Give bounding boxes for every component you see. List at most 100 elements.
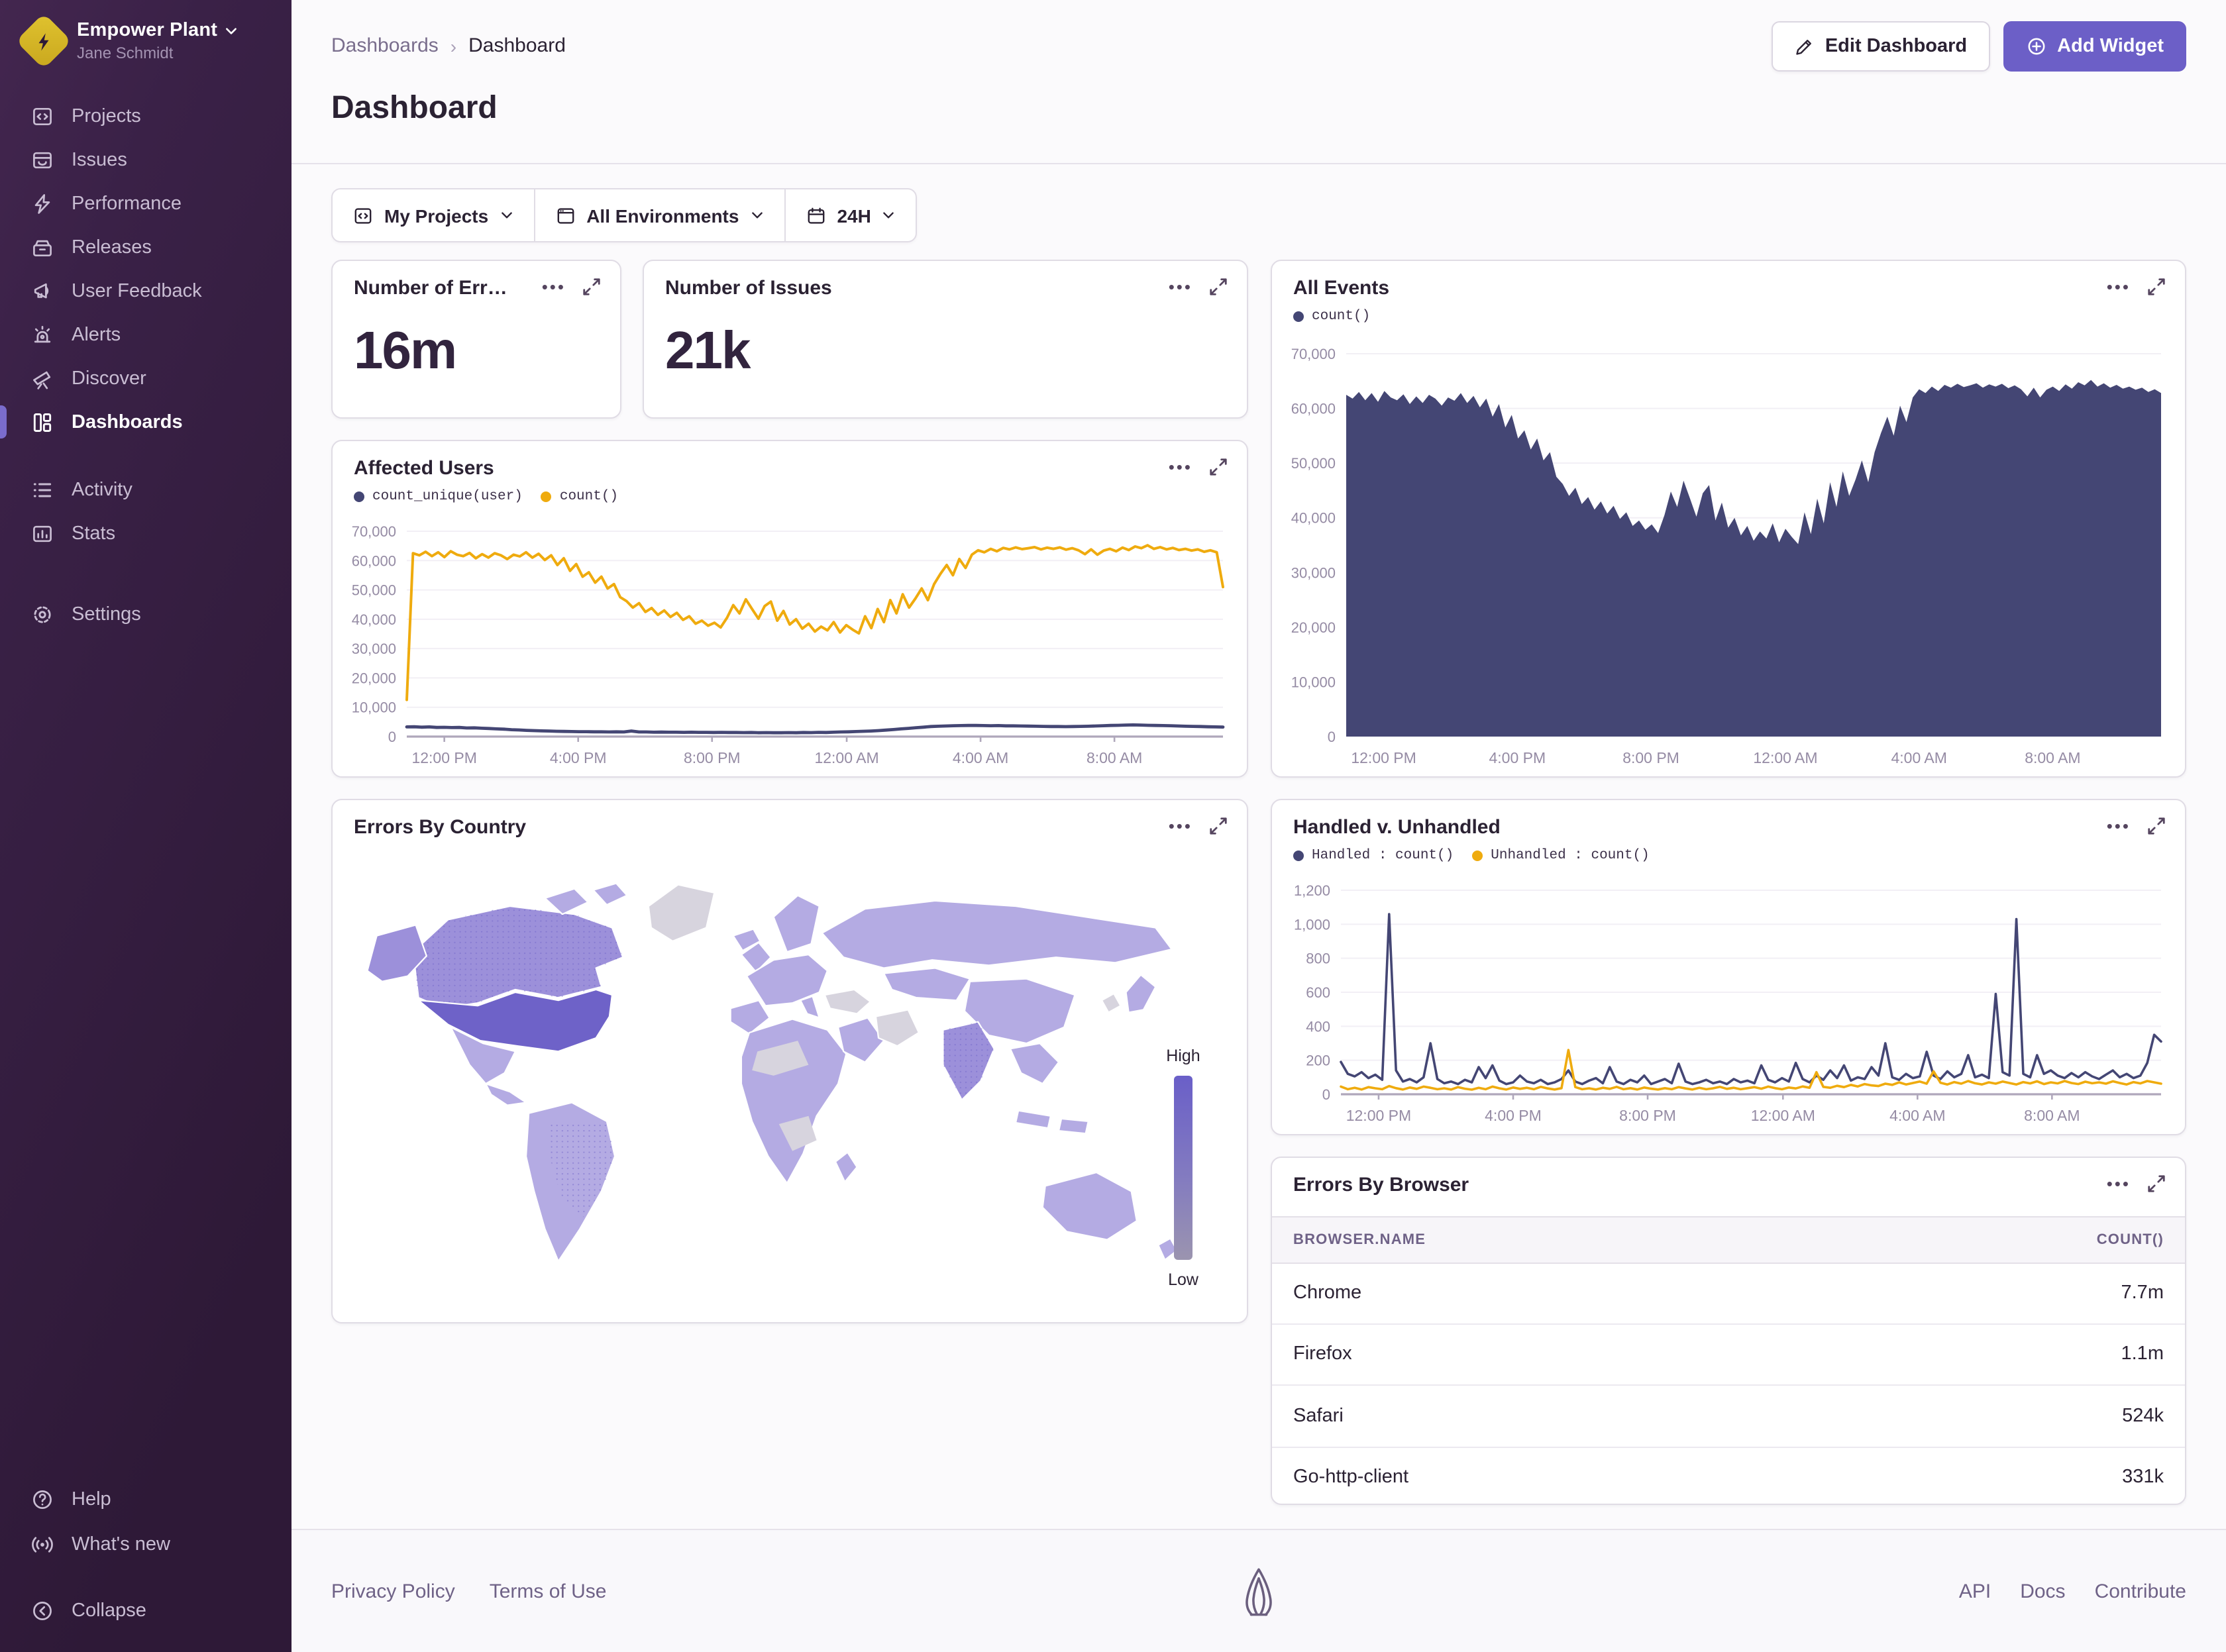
legend-dot (1472, 851, 1483, 861)
svg-text:600: 600 (1306, 984, 1330, 1001)
table-row-chrome[interactable]: Chrome 7.7m (1272, 1263, 2185, 1324)
window-icon (555, 205, 576, 226)
sidebar-item-help[interactable]: Help (0, 1477, 292, 1522)
sidebar-item-dashboards[interactable]: Dashboards (0, 400, 292, 444)
chevron-down-icon (749, 208, 764, 223)
contribute-link[interactable]: Contribute (2095, 1580, 2186, 1603)
page-title: Dashboard (331, 90, 498, 127)
svg-text:1,200: 1,200 (1294, 882, 1330, 899)
sidebar-item-stats[interactable]: Stats (0, 511, 292, 555)
sidebar-item-activity[interactable]: Activity (0, 468, 292, 511)
legend-dot (1293, 311, 1304, 322)
column-header-count[interactable]: COUNT() (2097, 1232, 2185, 1248)
broadcast-icon (30, 1533, 54, 1557)
browser-name-cell: Chrome (1272, 1282, 1361, 1304)
expand-icon[interactable] (2146, 277, 2166, 297)
sidebar-item-label: Collapse (72, 1600, 146, 1622)
sidebar-item-settings[interactable]: Settings (0, 592, 292, 636)
user-name: Jane Schmidt (77, 44, 238, 62)
breadcrumb-current: Dashboard (468, 34, 566, 57)
widget-menu-button[interactable]: ••• (2107, 819, 2131, 833)
sidebar-item-label: User Feedback (72, 280, 202, 301)
affected-users-chart[interactable]: 010,00020,00030,00040,00050,00060,00070,… (343, 521, 1236, 768)
expand-icon[interactable] (1208, 816, 1228, 836)
project-filter-label: My Projects (384, 205, 488, 226)
svg-text:10,000: 10,000 (352, 699, 396, 716)
big-number-value: 21k (665, 322, 750, 382)
svg-text:200: 200 (1306, 1053, 1330, 1069)
widget-menu-button[interactable]: ••• (2107, 280, 2131, 293)
breadcrumb-separator: › (450, 35, 456, 56)
sidebar-item-alerts[interactable]: Alerts (0, 313, 292, 356)
map-scale-gradient (1174, 1076, 1192, 1260)
sidebar-item-label: Help (72, 1489, 111, 1510)
sentry-logo[interactable] (1242, 1565, 1276, 1627)
table-row-firefox[interactable]: Firefox 1.1m (1272, 1324, 2185, 1386)
edit-dashboard-label: Edit Dashboard (1825, 36, 1967, 57)
filter-bar: My Projects All Environments 24H (331, 188, 918, 242)
sidebar-item-performance[interactable]: Performance (0, 181, 292, 225)
sidebar-item-releases[interactable]: Releases (0, 225, 292, 269)
expand-icon[interactable] (1208, 277, 1228, 297)
add-widget-label: Add Widget (2057, 36, 2164, 57)
expand-icon[interactable] (582, 277, 602, 297)
privacy-policy-link[interactable]: Privacy Policy (331, 1580, 455, 1603)
widget-title: Number of Issues (665, 277, 832, 299)
widget-menu-button[interactable]: ••• (542, 280, 566, 293)
add-widget-button[interactable]: Add Widget (2003, 21, 2186, 72)
widget-errors-by-browser: Errors By Browser ••• BROWSER.NAME COUNT… (1271, 1157, 2186, 1505)
table-row-safari[interactable]: Safari 524k (1272, 1386, 2185, 1447)
map-scale-high-label: High (1157, 1047, 1210, 1065)
table-row-go-http-client[interactable]: Go-http-client 331k (1272, 1447, 2185, 1508)
all-events-chart[interactable]: 010,00020,00030,00040,00050,00060,00070,… (1283, 343, 2174, 768)
widget-menu-button[interactable]: ••• (1169, 819, 1192, 833)
environment-filter[interactable]: All Environments (533, 189, 784, 241)
expand-icon[interactable] (2146, 1174, 2166, 1194)
widget-errors-by-country: Errors By Country ••• (331, 799, 1248, 1323)
sidebar-item-user-feedback[interactable]: User Feedback (0, 269, 292, 313)
expand-icon[interactable] (2146, 816, 2166, 836)
svg-text:60,000: 60,000 (352, 552, 396, 569)
projects-icon (352, 205, 374, 226)
expand-icon[interactable] (1208, 457, 1228, 477)
browser-name-cell: Firefox (1272, 1344, 1352, 1365)
sidebar-item-whats-new[interactable]: What's new (0, 1522, 292, 1567)
collapse-icon (30, 1599, 54, 1623)
widget-menu-button[interactable]: ••• (1169, 280, 1192, 293)
terms-of-use-link[interactable]: Terms of Use (490, 1580, 607, 1603)
widget-title: Errors By Browser (1293, 1174, 1469, 1196)
svg-text:12:00 PM: 12:00 PM (411, 749, 476, 766)
sidebar-item-discover[interactable]: Discover (0, 356, 292, 400)
svg-text:4:00 PM: 4:00 PM (1489, 749, 1546, 766)
docs-link[interactable]: Docs (2020, 1580, 2065, 1603)
widget-menu-button[interactable]: ••• (2107, 1177, 2131, 1190)
widget-menu-button[interactable]: ••• (1169, 460, 1192, 474)
svg-text:12:00 PM: 12:00 PM (1346, 1107, 1411, 1124)
svg-text:4:00 PM: 4:00 PM (550, 749, 607, 766)
svg-text:0: 0 (1322, 1086, 1330, 1103)
api-link[interactable]: API (1959, 1580, 1991, 1603)
handled-v-unhandled-chart[interactable]: 02004006008001,0001,20012:00 PM4:00 PM8:… (1283, 880, 2174, 1126)
legend-dot (1293, 851, 1304, 861)
project-filter[interactable]: My Projects (333, 189, 533, 241)
sidebar-item-label: Projects (72, 105, 141, 127)
sidebar-collapse-button[interactable]: Collapse (0, 1588, 292, 1633)
sidebar-item-issues[interactable]: Issues (0, 138, 292, 181)
footer-links-left: Privacy Policy Terms of Use (331, 1580, 606, 1603)
column-header-browser-name[interactable]: BROWSER.NAME (1272, 1232, 1426, 1248)
svg-text:40,000: 40,000 (352, 611, 396, 628)
sidebar-item-label: Discover (72, 368, 146, 389)
edit-dashboard-button[interactable]: Edit Dashboard (1772, 21, 1989, 72)
widget-title: Affected Users (354, 457, 494, 480)
widget-title: Handled v. Unhandled (1293, 816, 1501, 839)
sidebar-item-projects[interactable]: Projects (0, 94, 292, 138)
world-choropleth-map[interactable] (346, 853, 1234, 1309)
breadcrumb-dashboards[interactable]: Dashboards (331, 34, 439, 57)
map-color-scale: High Low (1157, 1047, 1210, 1289)
widget-title: All Events (1293, 277, 1389, 299)
org-switcher[interactable]: Empower Plant Jane Schmidt (0, 0, 292, 76)
calendar-icon (805, 205, 826, 226)
svg-text:8:00 AM: 8:00 AM (1086, 749, 1142, 766)
sidebar-item-label: Settings (72, 603, 141, 625)
date-range-filter[interactable]: 24H (784, 189, 916, 241)
